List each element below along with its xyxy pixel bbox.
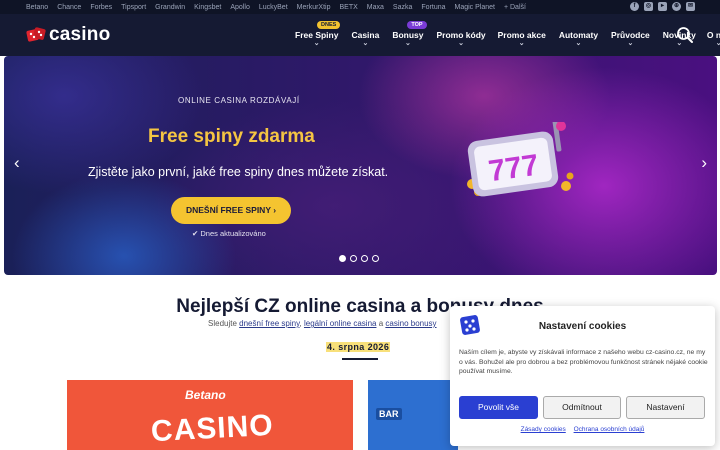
nav-label: Bonusy <box>392 30 424 40</box>
accept-all-button[interactable]: Povolit vše <box>459 396 538 419</box>
lead-separator: , <box>299 319 302 328</box>
nav-label: Free Spiny <box>295 30 339 40</box>
partner-link[interactable]: Tipsport <box>121 4 146 11</box>
instagram-icon[interactable]: ◎ <box>644 2 653 11</box>
nav-item-casina[interactable]: Casina ⌄ <box>351 30 379 47</box>
site-logo[interactable]: casino <box>26 24 110 46</box>
hero-slider: ONLINE CASINA ROZDÁVAJÍ Free spiny zdarm… <box>4 56 717 275</box>
reject-button[interactable]: Odmítnout <box>543 396 621 419</box>
nav-label: Průvodce <box>611 30 650 40</box>
more-partners-link[interactable]: + Další <box>504 4 526 11</box>
lead-separator: a <box>378 319 384 328</box>
privacy-policy-link[interactable]: Ochrana osobních údajů <box>574 426 645 433</box>
partner-link[interactable]: BETX <box>339 4 357 11</box>
globe-icon[interactable]: ⊕ <box>672 2 681 11</box>
partner-link[interactable]: Grandwin <box>155 4 185 11</box>
hero-eyebrow: ONLINE CASINA ROZDÁVAJÍ <box>178 96 300 105</box>
betano-brand: Betano <box>185 388 226 402</box>
nav-badge-top: TOP <box>407 21 427 29</box>
slider-next-arrow-icon[interactable]: › <box>701 154 707 171</box>
nav-label: O nás <box>706 30 720 40</box>
partner-link[interactable]: Apollo <box>230 4 249 11</box>
partner-link[interactable]: Fortuna <box>421 4 445 11</box>
social-links: f ◎ ▸ ⊕ ✉ <box>630 2 695 11</box>
partner-link[interactable]: Sazka <box>393 4 412 11</box>
nav-item-pruvodce[interactable]: Průvodce ⌄ <box>611 30 650 47</box>
nav-item-o-nas[interactable]: O nás ⌄ <box>707 30 720 47</box>
cookie-links: Zásady cookies Ochrana osobních údajů <box>450 426 715 433</box>
slider-dot[interactable] <box>350 255 357 262</box>
chevron-down-icon: ⌄ <box>518 40 525 47</box>
partner-link[interactable]: LuckyBet <box>259 4 288 11</box>
cookie-policy-link[interactable]: Zásady cookies <box>521 426 566 433</box>
nav-label: Promo akce <box>497 30 546 40</box>
slot-machine-illustration: 777 <box>467 122 574 197</box>
partner-link[interactable]: Forbes <box>90 4 112 11</box>
cookie-consent-panel: Nastavení cookies Naším cílem je, abyste… <box>450 306 715 446</box>
partner-link[interactable]: Kingsbet <box>194 4 221 11</box>
free-spins-cta-button[interactable]: DNEŠNÍ FREE SPINY › <box>171 197 291 224</box>
main-header: casino DNES Free Spiny ⌄ Casina ⌄ TOP Bo… <box>0 14 720 56</box>
hero-title: Free spiny zdarma <box>148 126 315 147</box>
partner-links-bar: Betano Chance Forbes Tipsport Grandwin K… <box>0 0 720 14</box>
casino-bonuses-link[interactable]: casino bonusy <box>385 319 436 328</box>
chevron-down-icon: ⌄ <box>458 40 465 47</box>
section-lead: Sledujte dnešní free spiny, legální onli… <box>208 319 437 328</box>
youtube-icon[interactable]: ▸ <box>658 2 667 11</box>
slider-prev-arrow-icon[interactable]: ‹ <box>14 154 20 171</box>
bar-symbol: BAR <box>376 408 402 420</box>
logo-text: casino <box>49 24 111 45</box>
mail-icon[interactable]: ✉ <box>686 2 695 11</box>
nav-badge-dnes: DNES <box>317 21 341 29</box>
partner-link[interactable]: Betano <box>26 4 48 11</box>
nav-item-free-spiny[interactable]: DNES Free Spiny ⌄ <box>295 21 341 47</box>
lead-text: Sledujte <box>208 319 237 328</box>
free-spins-link[interactable]: dnešní free spiny <box>239 319 299 328</box>
chevron-down-icon: ⌄ <box>715 40 720 47</box>
slider-dot[interactable] <box>339 255 346 262</box>
cookie-title: Nastavení cookies <box>538 321 627 332</box>
chevron-down-icon: ⌄ <box>404 40 411 47</box>
nav-label: Promo kódy <box>436 30 486 40</box>
chevron-down-icon: ⌄ <box>575 40 582 47</box>
slot-game-card[interactable]: BAR <box>368 380 458 450</box>
facebook-icon[interactable]: f <box>630 2 639 11</box>
cookie-text: Naším cílem je, abyste vy získávali info… <box>459 349 708 376</box>
nav-item-automaty[interactable]: Automaty ⌄ <box>559 30 598 47</box>
slider-dot[interactable] <box>372 255 379 262</box>
nav-label: Automaty <box>558 30 599 40</box>
date-label: 4. srpna 2026 <box>326 342 391 352</box>
betano-casino-card[interactable]: Betano CASINO <box>67 380 353 450</box>
main-nav: DNES Free Spiny ⌄ Casina ⌄ TOP Bonusy ⌄ … <box>295 21 720 47</box>
chevron-down-icon: ⌄ <box>627 40 634 47</box>
chevron-down-icon: ⌄ <box>362 40 369 47</box>
heading-divider <box>342 358 378 360</box>
slot-digits: 777 <box>487 149 541 189</box>
updated-note: ✔ Dnes aktualizováno <box>192 229 266 238</box>
slider-pagination <box>339 255 379 262</box>
nav-item-promo-kody[interactable]: Promo kódy ⌄ <box>437 30 486 47</box>
legal-casinos-link[interactable]: legální online casina <box>304 319 377 328</box>
chevron-down-icon: ⌄ <box>313 40 320 47</box>
partner-link[interactable]: Chance <box>57 4 81 11</box>
slider-dot[interactable] <box>361 255 368 262</box>
nav-item-bonusy[interactable]: TOP Bonusy ⌄ <box>392 21 427 47</box>
nav-label: Casina <box>351 30 380 40</box>
card-headline: CASINO <box>150 408 275 449</box>
cookie-settings-button[interactable]: Nastavení <box>626 396 705 419</box>
hero-subtitle: Zjistěte jako první, jaké free spiny dne… <box>88 165 389 179</box>
partner-link[interactable]: Maxa <box>367 4 384 11</box>
partner-link[interactable]: MerkurXtip <box>297 4 331 11</box>
partner-link[interactable]: Magic Planet <box>455 4 495 11</box>
search-icon[interactable] <box>676 26 694 44</box>
nav-item-promo-akce[interactable]: Promo akce ⌄ <box>498 30 546 47</box>
dice-logo-icon <box>26 27 46 42</box>
